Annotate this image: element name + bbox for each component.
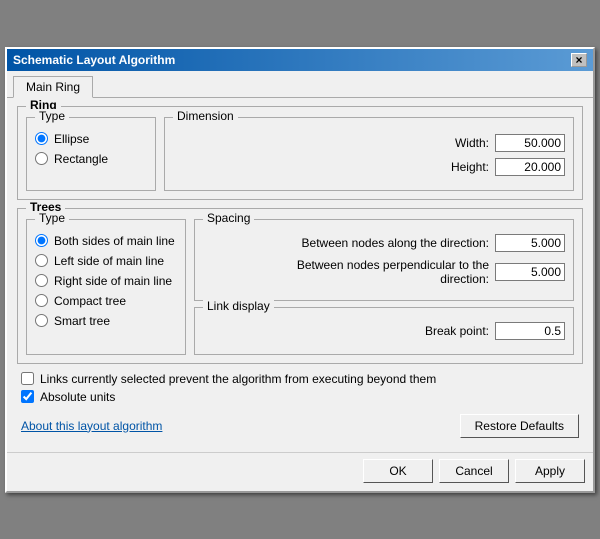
ring-ellipse-label: Ellipse [54,132,89,146]
tab-main-ring[interactable]: Main Ring [13,76,93,98]
buttons-row: OK Cancel Apply [7,452,593,491]
spacing-row2-input[interactable] [495,263,565,281]
ring-ellipse-radio[interactable] [35,132,48,145]
links-prevent-checkbox[interactable] [21,372,34,385]
checkbox-links-row: Links currently selected prevent the alg… [17,372,583,386]
trees-both-sides-label: Both sides of main line [54,234,175,248]
ring-height-row: Height: [173,158,565,176]
break-point-input[interactable] [495,322,565,340]
break-point-label: Break point: [425,324,489,338]
trees-right-side-label: Right side of main line [54,274,172,288]
cancel-button[interactable]: Cancel [439,459,509,483]
absolute-units-checkbox[interactable] [21,390,34,403]
trees-compact-radio[interactable] [35,294,48,307]
dialog-window: Schematic Layout Algorithm × Main Ring R… [5,47,595,493]
ring-dimension-legend: Dimension [173,109,238,123]
bottom-links-area: About this layout algorithm Restore Defa… [17,408,583,444]
spacing-row2-label: Between nodes perpendicular to the direc… [289,258,489,286]
trees-smart-row: Smart tree [35,314,177,328]
absolute-units-label: Absolute units [40,390,115,404]
ring-rectangle-row: Rectangle [35,152,147,166]
dialog-content: Ring Type Ellipse Rectangle Dime [7,98,593,452]
ring-group: Ring Type Ellipse Rectangle Dime [17,106,583,200]
trees-type-group: Type Both sides of main line Left side o… [26,219,186,355]
tabs-bar: Main Ring [7,71,593,98]
trees-left-side-label: Left side of main line [54,254,164,268]
ring-type-group: Type Ellipse Rectangle [26,117,156,191]
trees-smart-label: Smart tree [54,314,110,328]
spacing-group: Spacing Between nodes along the directio… [194,219,574,301]
restore-defaults-button[interactable]: Restore Defaults [460,414,579,438]
trees-both-sides-radio[interactable] [35,234,48,247]
trees-both-sides-row: Both sides of main line [35,234,177,248]
ring-rectangle-radio[interactable] [35,152,48,165]
spacing-legend: Spacing [203,211,254,225]
ring-rectangle-label: Rectangle [54,152,108,166]
spacing-row1-input[interactable] [495,234,565,252]
break-point-row: Break point: [203,322,565,340]
close-icon: × [575,53,582,67]
ok-button[interactable]: OK [363,459,433,483]
links-prevent-label: Links currently selected prevent the alg… [40,372,436,386]
spacing-row2: Between nodes perpendicular to the direc… [203,258,565,286]
ring-type-legend: Type [35,109,69,123]
trees-group: Trees Type Both sides of main line Left … [17,208,583,364]
trees-section: Type Both sides of main line Left side o… [26,219,574,355]
spacing-row1-label: Between nodes along the direction: [302,236,489,250]
trees-smart-radio[interactable] [35,314,48,327]
link-display-group: Link display Break point: [194,307,574,355]
ring-section: Type Ellipse Rectangle Dimension Width: [26,117,574,191]
ring-dimension-group: Dimension Width: Height: [164,117,574,191]
trees-compact-row: Compact tree [35,294,177,308]
trees-right-side-radio[interactable] [35,274,48,287]
dialog-title: Schematic Layout Algorithm [13,53,175,67]
ring-width-row: Width: [173,134,565,152]
ring-height-label: Height: [451,160,489,174]
trees-left-side-radio[interactable] [35,254,48,267]
ring-width-input[interactable] [495,134,565,152]
algorithm-info-link[interactable]: About this layout algorithm [21,419,162,433]
ring-height-input[interactable] [495,158,565,176]
trees-compact-label: Compact tree [54,294,126,308]
ring-ellipse-row: Ellipse [35,132,147,146]
title-bar: Schematic Layout Algorithm × [7,49,593,71]
trees-type-legend: Type [35,211,69,225]
apply-button[interactable]: Apply [515,459,585,483]
trees-right-section: Spacing Between nodes along the directio… [194,219,574,355]
checkbox-absolute-row: Absolute units [17,390,583,404]
trees-left-side-row: Left side of main line [35,254,177,268]
close-button[interactable]: × [571,53,587,67]
trees-right-side-row: Right side of main line [35,274,177,288]
spacing-row1: Between nodes along the direction: [203,234,565,252]
link-display-legend: Link display [203,299,274,313]
tab-main-ring-label: Main Ring [26,80,80,94]
ring-width-label: Width: [455,136,489,150]
